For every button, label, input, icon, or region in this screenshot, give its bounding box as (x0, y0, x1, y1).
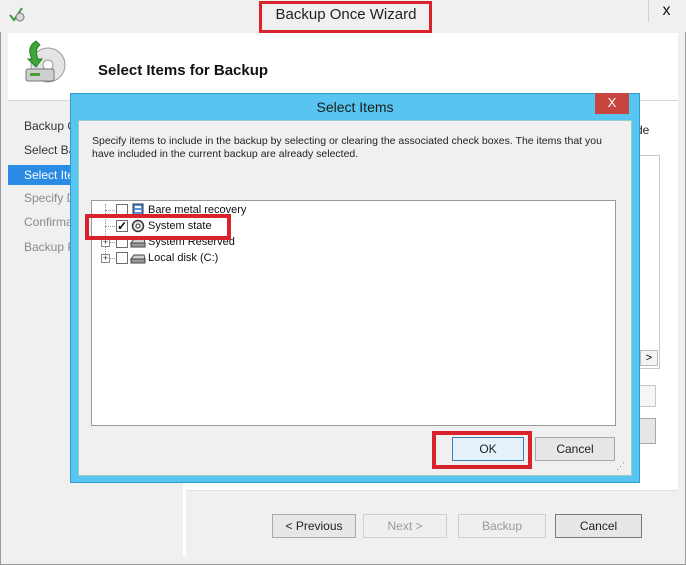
dialog-title: Select Items (316, 99, 394, 115)
dialog-close-button[interactable]: X (595, 93, 629, 114)
tree-item-label: Local disk (C:) (148, 252, 219, 264)
nav-step-confirmation[interactable]: Confirmation (24, 215, 76, 229)
list-scroll-right-button[interactable]: > (640, 350, 658, 366)
nav-step-backup-options[interactable]: Backup Options (24, 119, 76, 133)
drive-icon (130, 251, 146, 265)
title-highlight-box (259, 1, 432, 33)
backup-button[interactable]: Backup (458, 514, 546, 538)
ok-highlight-box (432, 431, 532, 469)
resize-grip-icon[interactable]: ⋰ (616, 460, 628, 472)
dialog-instructions: Specify items to include in the backup b… (92, 135, 602, 160)
system-state-highlight-box (85, 214, 231, 240)
nav-step-backup-configuration[interactable]: Select Backup Configuration (24, 143, 76, 157)
nav-step-select-items[interactable]: Select Items (8, 165, 78, 185)
wizard-close-button[interactable]: x (648, 0, 684, 22)
backup-app-icon (8, 6, 26, 22)
tree-item-local-disk-c[interactable]: + Local disk (C:) (92, 250, 292, 266)
wizard-cancel-button[interactable]: Cancel (555, 514, 642, 538)
backup-disk-icon (22, 39, 68, 85)
nav-step-destination-type[interactable]: Specify Destination Type (24, 191, 76, 205)
next-button[interactable]: Next > (363, 514, 447, 538)
expand-plus-icon[interactable]: + (101, 254, 110, 263)
wizard-header: Select Items for Backup (8, 33, 678, 101)
nav-step-backup-progress[interactable]: Backup Progress (24, 240, 76, 254)
dialog-cancel-button[interactable]: Cancel (535, 437, 615, 461)
previous-button[interactable]: < Previous (272, 514, 356, 538)
local-disk-checkbox[interactable] (116, 252, 128, 264)
page-title: Select Items for Backup (98, 62, 269, 79)
